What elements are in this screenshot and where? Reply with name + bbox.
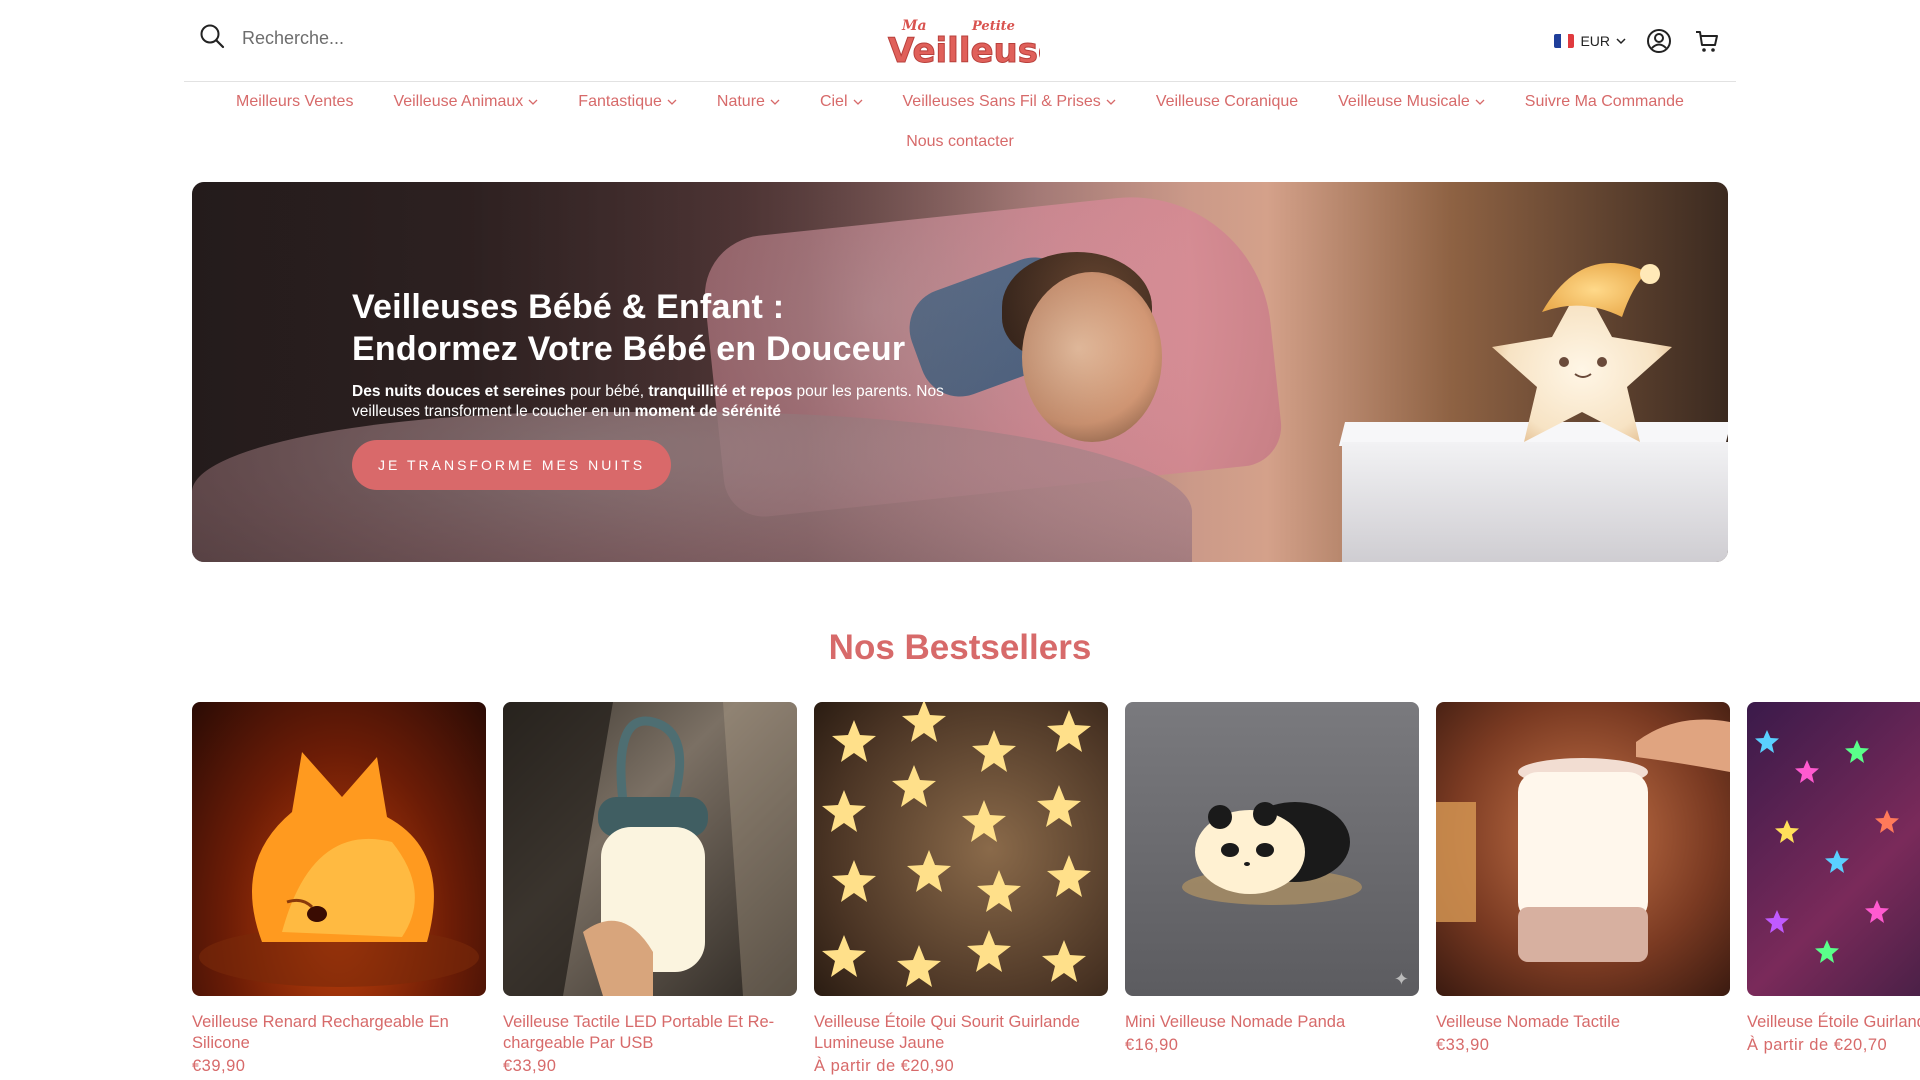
nav-item-veilleuse-coranique[interactable]: Veilleuse Coranique	[1156, 93, 1298, 111]
nav-item-meilleurs-ventes[interactable]: Meilleurs Ventes	[236, 93, 353, 111]
nav-item-nature[interactable]: Nature	[717, 93, 780, 111]
nav-item-veilleuse-animaux[interactable]: Veilleuse Animaux	[393, 93, 538, 111]
product-image-multicolor-garland[interactable]	[1747, 702, 1920, 996]
hero-cta-button[interactable]: JE TRANSFORME MES NUITS	[352, 440, 672, 490]
nav-item-veilleuses-sans-fil-prises[interactable]: Veilleuses Sans Fil & Prises	[903, 93, 1116, 111]
account-icon[interactable]	[1644, 26, 1674, 56]
product-name[interactable]: Veilleuse Nomade Tactile	[1436, 1012, 1730, 1033]
nav-item-fantastique[interactable]: Fantastique	[578, 93, 677, 111]
hero-text-block: Veilleuses Bébé & Enfant : Endormez Votre…	[352, 286, 952, 490]
nav-item-label: Suivre Ma Commande	[1524, 93, 1684, 110]
product-card[interactable]: Veilleuse Tactile LED Portable Et Re-cha…	[503, 702, 797, 1076]
product-name[interactable]: Veilleuse Renard Rechargeable En Silicon…	[192, 1012, 486, 1054]
chevron-down-icon	[1106, 99, 1116, 105]
hero-banner: Veilleuses Bébé & Enfant : Endormez Votre…	[192, 182, 1728, 562]
nav-item-label: Nature	[716, 93, 765, 110]
nav-item-label: Veilleuse Musicale	[1338, 93, 1470, 110]
product-card[interactable]: Veilleuse Étoile Qui Sourit Guirlande Lu…	[814, 702, 1108, 1076]
product-card[interactable]: Veilleuse Renard Rechargeable En Silicon…	[192, 702, 486, 1076]
hero-title: Veilleuses Bébé & Enfant : Endormez Votre…	[352, 288, 906, 368]
product-image-touch-lamp[interactable]	[503, 702, 797, 996]
nav-item-label: Ciel	[819, 93, 848, 110]
product-price: €33,90	[1436, 1036, 1490, 1054]
main-nav: Meilleurs Ventes Veilleuse Animaux Fantast…	[184, 82, 1736, 162]
currency-selector[interactable]: EUR	[1554, 33, 1626, 49]
currency-label: EUR	[1580, 33, 1610, 49]
bestsellers-title: Nos Bestsellers	[828, 628, 1092, 667]
product-image-fox[interactable]	[192, 702, 486, 996]
search-input[interactable]	[242, 28, 462, 49]
product-image-star-garland[interactable]	[814, 702, 1108, 996]
sparkle-icon: ✦	[1393, 969, 1409, 989]
chevron-down-icon	[770, 99, 780, 105]
product-card[interactable]: Veilleuse Étoile Guirlande Multicolore À…	[1747, 702, 1920, 1055]
chevron-down-icon	[1616, 38, 1626, 45]
product-name[interactable]: Veilleuse Tactile LED Portable Et Re-cha…	[503, 1012, 797, 1054]
chevron-down-icon	[1475, 99, 1485, 105]
chevron-down-icon	[528, 99, 538, 105]
site-logo[interactable]: Ma Petite Veilleuse	[880, 10, 1062, 72]
product-price: À partir de €20,70	[1747, 1036, 1888, 1054]
nav-item-label: Veilleuse Animaux	[393, 93, 524, 110]
product-card[interactable]: Veilleuse Nomade Tactile €33,90	[1436, 702, 1730, 1055]
product-name[interactable]: Veilleuse Étoile Qui Sourit Guirlande Lu…	[814, 1012, 1108, 1054]
chevron-down-icon	[853, 99, 862, 105]
chevron-down-icon	[667, 99, 677, 105]
nav-item-label: Veilleuse Coranique	[1155, 93, 1299, 110]
nav-item-label: Veilleuses Sans Fil & Prises	[902, 93, 1101, 110]
nav-item-veilleuse-musicale[interactable]: Veilleuse Musicale	[1338, 93, 1485, 111]
product-name[interactable]: Veilleuse Étoile Guirlande Multicolore	[1747, 1012, 1920, 1033]
cart-icon[interactable]	[1692, 26, 1722, 56]
product-price: À partir de €20,90	[814, 1057, 955, 1075]
site-header: Ma Petite Veilleuse EUR	[184, 0, 1736, 82]
search-icon[interactable]	[198, 22, 226, 55]
bestsellers-carousel: Veilleuse Renard Rechargeable En Silicon…	[192, 702, 1920, 1080]
product-price: €16,90	[1125, 1036, 1179, 1054]
nav-item-label: Meilleurs Ventes	[236, 93, 354, 110]
hero-description: Des nuits douces et sereines pour bébé, …	[352, 383, 944, 420]
product-image-nomade-tactile[interactable]	[1436, 702, 1730, 996]
search-bar[interactable]	[198, 22, 462, 55]
nav-item-label: Nous contacter	[906, 133, 1014, 150]
product-card[interactable]: ✦ Mini Veilleuse Nomade Panda €16,90	[1125, 702, 1419, 1055]
svg-text:Veilleuse: Veilleuse	[888, 31, 1040, 71]
france-flag-icon	[1554, 34, 1575, 48]
product-image-panda[interactable]: ✦	[1125, 702, 1419, 996]
nav-item-ciel[interactable]: Ciel	[820, 93, 863, 111]
nav-item-label: Fantastique	[578, 93, 662, 110]
product-price: €33,90	[503, 1057, 557, 1075]
nav-item-nous-contacter[interactable]: Nous contacter	[906, 133, 1014, 151]
product-name[interactable]: Mini Veilleuse Nomade Panda	[1125, 1012, 1419, 1033]
product-price: €39,90	[192, 1057, 246, 1075]
nav-item-suivre-ma-commande[interactable]: Suivre Ma Commande	[1525, 93, 1684, 111]
